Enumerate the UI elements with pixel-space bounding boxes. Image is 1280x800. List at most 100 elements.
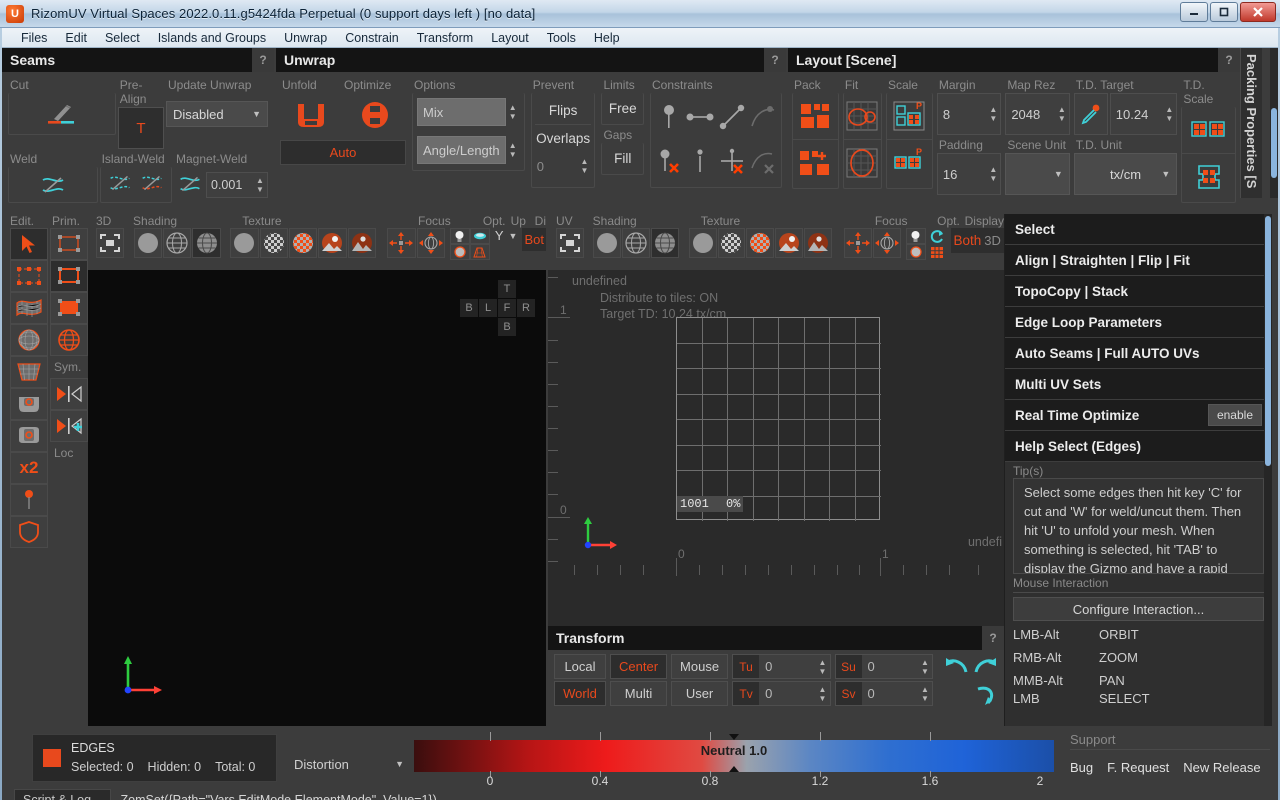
panel-row-real-time-optimize[interactable]: Real Time Optimize enable (1005, 400, 1272, 431)
tool-pin[interactable] (10, 484, 48, 516)
transform-tu-stepper[interactable]: ▲▼ (816, 658, 830, 676)
td-unit-dropdown[interactable]: tx/cm ▼ (1074, 153, 1178, 195)
margin-value[interactable]: 8 (938, 107, 986, 122)
constraint-axis-remove-button[interactable] (716, 139, 748, 183)
prim-vertex[interactable] (50, 228, 88, 260)
tool-box-select[interactable] (10, 260, 48, 292)
prim-edge[interactable] (50, 260, 88, 292)
sym-mirror-plus-button[interactable] (50, 410, 88, 442)
tool-select-arrow[interactable] (10, 228, 48, 260)
vp3d-opt-light-button[interactable] (450, 228, 470, 244)
vp3d-tex-image-a[interactable] (318, 228, 346, 258)
real-time-optimize-enable-button[interactable]: enable (1208, 404, 1262, 426)
layout-scrollbar-thumb[interactable] (1271, 108, 1277, 178)
support-link-feature-request[interactable]: F. Request (1107, 760, 1169, 775)
vp3d-display-value[interactable]: Bot (524, 232, 544, 247)
transform-space-world[interactable]: World (554, 681, 606, 706)
orient-right[interactable]: R (517, 299, 535, 317)
vp3d-opt-env-button[interactable] (470, 228, 490, 244)
td-target-stepper[interactable]: ▲▼ (1162, 105, 1176, 123)
panel-row-multi-uv-sets[interactable]: Multi UV Sets (1005, 369, 1272, 400)
vpuv-tex-checker[interactable] (718, 228, 746, 258)
tool-sphere-mesh[interactable] (10, 324, 48, 356)
td-scale-islands-button[interactable] (1182, 107, 1235, 153)
vp3d-tex-checker[interactable] (260, 228, 288, 258)
minimize-button[interactable] (1180, 2, 1208, 22)
transform-target-mouse[interactable]: Mouse (671, 654, 728, 679)
orient-back[interactable]: B (460, 299, 478, 317)
td-target-value[interactable]: 10.24 (1111, 107, 1163, 122)
pack-move-button[interactable] (793, 139, 838, 185)
island-weld-button-2[interactable] (137, 172, 167, 197)
unwrap-help-button[interactable]: ? (764, 48, 786, 72)
transform-su-value[interactable]: 0 (862, 659, 918, 674)
transform-tv-stepper[interactable]: ▲▼ (816, 685, 830, 703)
magnet-weld-stepper[interactable]: ▲▼ (253, 176, 267, 194)
viewport-3d-canvas[interactable]: T B L F R B (88, 270, 546, 726)
vpuv-focus-all[interactable] (873, 228, 901, 258)
vp3d-up-value[interactable]: Y (495, 228, 504, 243)
menu-edit[interactable]: Edit (56, 30, 96, 46)
gaps-fill-button[interactable]: Fill (601, 143, 644, 175)
prevent-overlaps-button[interactable]: Overlaps (535, 124, 592, 152)
overlaps-value[interactable]: 0 (535, 159, 578, 174)
optimize-button[interactable] (344, 93, 406, 137)
uv-tile-grid[interactable] (676, 317, 880, 520)
scene-unit-dropdown[interactable]: ▼ (1005, 153, 1069, 195)
vpuv-tex-none[interactable] (689, 228, 717, 258)
vp3d-shade-wire[interactable] (163, 228, 191, 258)
vp3d-opt-grid-button[interactable] (470, 244, 490, 260)
prevent-flips-button[interactable]: Flips (535, 96, 592, 124)
panel-row-select[interactable]: Select (1005, 214, 1272, 245)
vpuv-frame-button[interactable] (556, 228, 584, 258)
transform-undo-button[interactable] (944, 654, 970, 681)
tool-shield[interactable] (10, 516, 48, 548)
vp3d-tex-none[interactable] (230, 228, 258, 258)
constraint-line-button[interactable] (684, 95, 716, 139)
menu-help[interactable]: Help (585, 30, 629, 46)
menu-islands-and-groups[interactable]: Islands and Groups (149, 30, 275, 46)
vp3d-tex-image-b[interactable] (348, 228, 376, 258)
vpuv-display-value2[interactable]: 3D (984, 233, 1001, 248)
constraint-pin-remove-button[interactable] (653, 139, 685, 183)
tool-island-a[interactable] (10, 388, 48, 420)
padding-stepper[interactable]: ▲▼ (986, 165, 1000, 183)
tool-island-b[interactable] (10, 420, 48, 452)
menu-layout[interactable]: Layout (482, 30, 538, 46)
chevron-down-icon[interactable]: ▼ (509, 231, 518, 241)
maximize-button[interactable] (1210, 2, 1238, 22)
transform-sv-field[interactable]: Sv 0 ▲▼ (835, 681, 933, 706)
sym-mirror-button[interactable] (50, 378, 88, 410)
transform-help-button[interactable]: ? (982, 626, 1004, 650)
limits-free-button[interactable]: Free (601, 93, 644, 125)
vpuv-shade-flat[interactable] (593, 228, 621, 258)
panel-row-align[interactable]: Align | Straighten | Flip | Fit (1005, 245, 1272, 276)
pack-button[interactable] (793, 93, 838, 139)
transform-sv-value[interactable]: 0 (862, 686, 918, 701)
panel-row-edge-loop[interactable]: Edge Loop Parameters (1005, 307, 1272, 338)
options-metric-dropdown[interactable]: Angle/Length (417, 136, 506, 164)
unfold-button[interactable] (280, 93, 342, 137)
td-pick-button[interactable] (1074, 93, 1108, 135)
panel-row-topocopy[interactable]: TopoCopy | Stack (1005, 276, 1272, 307)
right-panel-scrollbar-thumb[interactable] (1265, 216, 1271, 466)
vpuv-focus-selection[interactable] (844, 228, 872, 258)
scale-islands-button[interactable]: P (887, 139, 932, 185)
orient-front[interactable]: F (498, 299, 516, 317)
vpuv-tex-image-b[interactable] (804, 228, 832, 258)
transform-redo-button[interactable] (972, 654, 998, 681)
options-metric-stepper[interactable]: ▲▼ (506, 141, 520, 159)
options-mode-dropdown[interactable]: Mix (417, 98, 506, 126)
transform-sv-stepper[interactable]: ▲▼ (918, 685, 932, 703)
transform-pivot-center[interactable]: Center (610, 654, 667, 679)
vp3d-opt-matcap-button[interactable] (450, 244, 470, 260)
magnet-weld-button[interactable] (174, 172, 206, 199)
vpuv-display-value[interactable]: Both (954, 233, 982, 248)
vpuv-opt-gridtex-button[interactable] (926, 244, 948, 260)
transform-tv-value[interactable]: 0 (759, 686, 815, 701)
tool-grid-mesh[interactable] (10, 356, 48, 388)
margin-stepper[interactable]: ▲▼ (986, 105, 1000, 123)
transform-reset-button[interactable] (972, 683, 998, 710)
overlaps-stepper[interactable]: ▲▼ (577, 157, 591, 175)
transform-tu-field[interactable]: Tu 0 ▲▼ (732, 654, 830, 679)
